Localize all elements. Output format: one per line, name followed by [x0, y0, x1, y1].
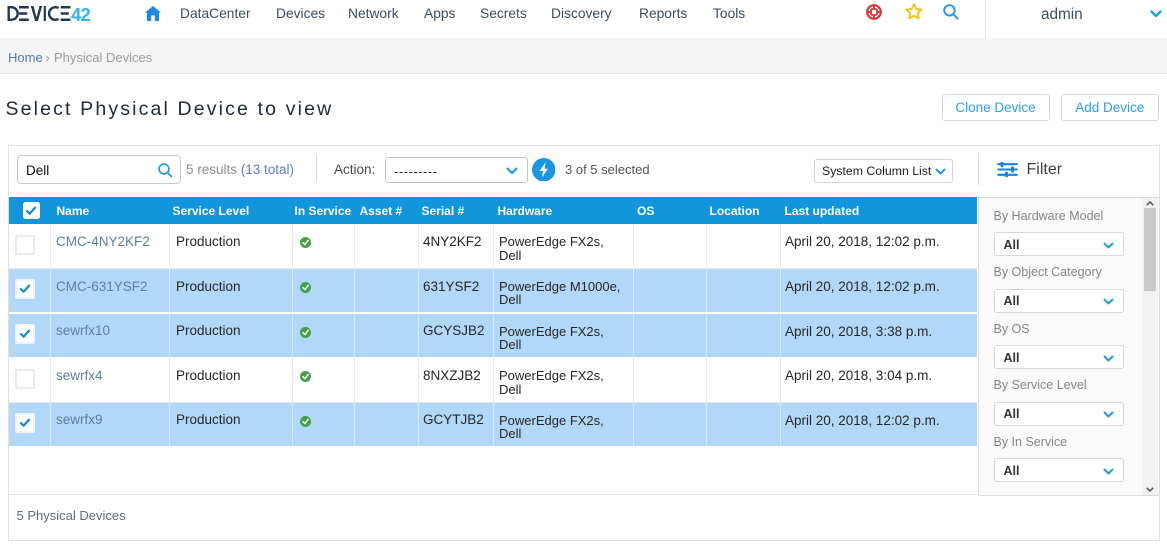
svg-text:42: 42 [71, 6, 90, 21]
